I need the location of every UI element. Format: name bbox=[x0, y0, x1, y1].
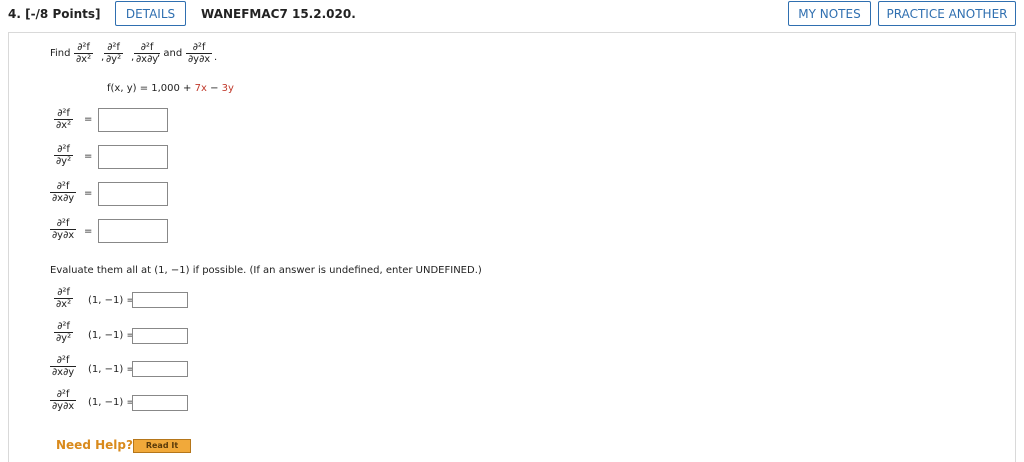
fxx-answer-input[interactable] bbox=[98, 108, 168, 132]
and-word: , and bbox=[157, 48, 183, 59]
partial-xy-label: ∂²f ∂x∂y bbox=[50, 181, 77, 204]
partial-yy-heading: ∂²f ∂y² bbox=[104, 42, 124, 65]
fyy-answer-input[interactable] bbox=[98, 145, 168, 169]
partial-xx-eval-label: ∂²f ∂x² bbox=[54, 287, 74, 310]
partial-xx-label: ∂²f ∂x² bbox=[54, 108, 74, 131]
points-label: 4. [-/8 Points] bbox=[8, 7, 101, 21]
fyx-answer-input[interactable] bbox=[98, 219, 168, 243]
partial-yx-heading: ∂²f ∂y∂x bbox=[186, 42, 213, 65]
assignment-code: WANEFMAC7 15.2.020. bbox=[201, 7, 356, 21]
function-definition: f(x, y) = 1,000 + 7x − 3y bbox=[107, 83, 234, 94]
details-button[interactable]: DETAILS bbox=[115, 1, 186, 26]
fxx-eval-input[interactable] bbox=[132, 292, 188, 308]
fxy-eval-input[interactable] bbox=[132, 361, 188, 377]
partial-xy-eval-label: ∂²f ∂x∂y bbox=[50, 355, 77, 378]
practice-another-button[interactable]: PRACTICE ANOTHER bbox=[878, 1, 1016, 26]
evaluate-instructions: Evaluate them all at (1, −1) if possible… bbox=[50, 265, 482, 276]
partial-yy-label: ∂²f ∂y² bbox=[54, 144, 74, 167]
partial-yx-label: ∂²f ∂y∂x bbox=[50, 218, 77, 241]
my-notes-button[interactable]: MY NOTES bbox=[788, 1, 871, 26]
partial-yx-eval-label: ∂²f ∂y∂x bbox=[50, 389, 77, 412]
fyy-eval-input[interactable] bbox=[132, 328, 188, 344]
fyx-eval-input[interactable] bbox=[132, 395, 188, 411]
find-label: Find bbox=[50, 48, 71, 59]
question-header: 4. [-/8 Points] DETAILS WANEFMAC7 15.2.0… bbox=[0, 0, 1024, 30]
partial-xx-heading: ∂²f ∂x² bbox=[74, 42, 94, 65]
partial-yy-eval-label: ∂²f ∂y² bbox=[54, 321, 74, 344]
read-it-button[interactable]: Read It bbox=[133, 439, 191, 453]
fxy-answer-input[interactable] bbox=[98, 182, 168, 206]
